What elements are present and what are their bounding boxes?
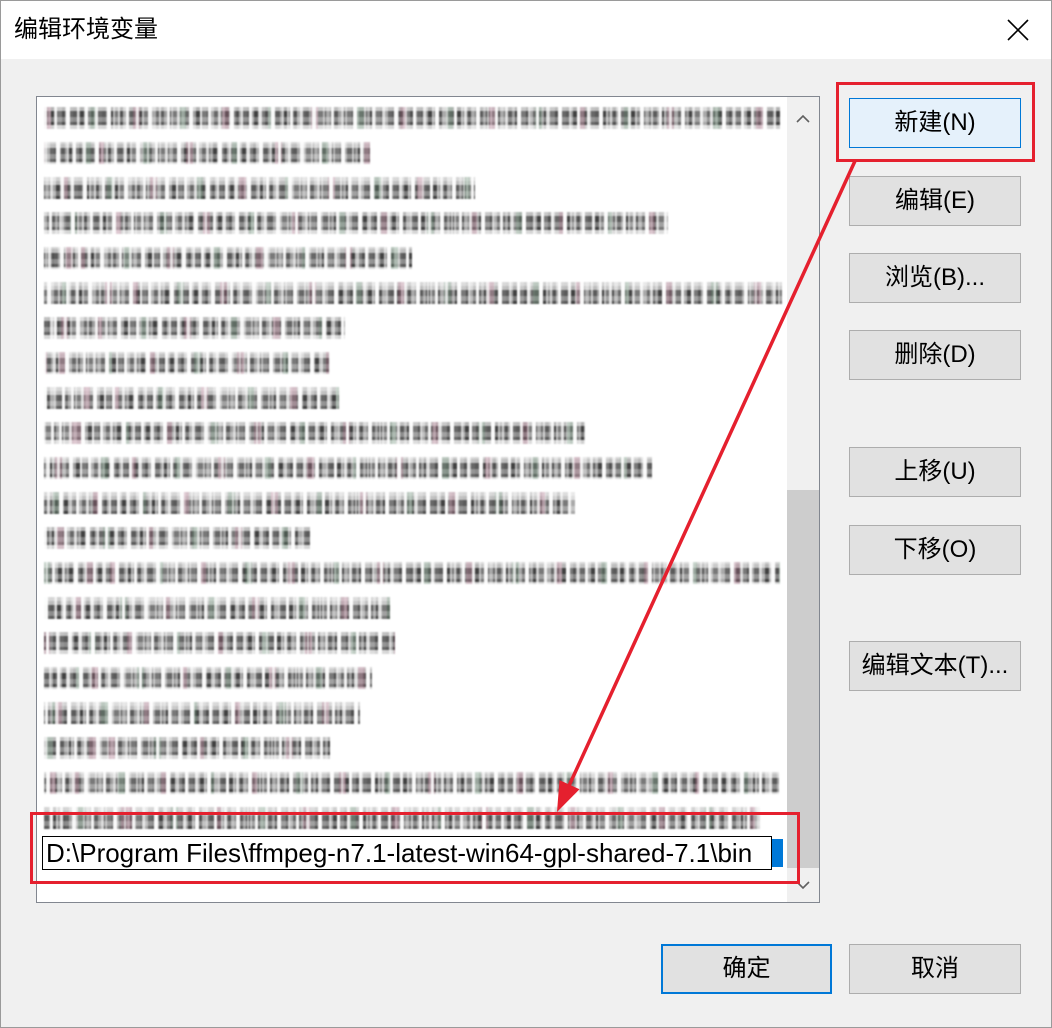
cancel-button[interactable]: 取消 <box>849 944 1021 994</box>
scroll-up-button[interactable] <box>787 97 819 139</box>
close-icon <box>1007 18 1029 41</box>
obscured-text <box>44 562 780 584</box>
list-item[interactable] <box>37 695 787 730</box>
list-item[interactable] <box>37 345 787 380</box>
obscured-text <box>44 632 395 654</box>
obscured-text <box>44 247 412 269</box>
scrollbar-thumb[interactable] <box>787 490 819 868</box>
path-edit-input[interactable] <box>42 836 772 870</box>
list-item[interactable] <box>37 520 787 555</box>
edit-button[interactable]: 编辑(E) <box>849 176 1021 226</box>
new-button[interactable]: 新建(N) <box>849 98 1021 148</box>
delete-button[interactable]: 删除(D) <box>849 330 1021 380</box>
edit-environment-variable-dialog: 编辑环境变量 D:\Program Files\ffmpeg-n7.1-late… <box>0 0 1052 1028</box>
window-title: 编辑环境变量 <box>14 16 158 43</box>
scroll-down-button[interactable] <box>787 868 819 902</box>
obscured-text <box>44 317 345 339</box>
list-item[interactable] <box>37 625 787 660</box>
obscured-text <box>44 457 652 479</box>
list-item[interactable] <box>37 310 787 345</box>
move-down-button[interactable]: 下移(O) <box>849 525 1021 575</box>
obscured-text <box>44 702 360 724</box>
obscured-text <box>44 807 760 829</box>
obscured-text <box>44 282 782 304</box>
obscured-text <box>44 597 390 619</box>
chevron-down-icon-stroke <box>796 880 810 889</box>
list-item[interactable] <box>37 380 787 415</box>
list-item[interactable] <box>37 415 787 450</box>
obscured-text <box>44 492 575 514</box>
list-item[interactable] <box>37 205 787 240</box>
obscured-text <box>44 422 585 444</box>
vertical-scrollbar[interactable] <box>787 97 819 902</box>
list-item[interactable] <box>37 100 787 135</box>
chevron-up-icon <box>796 114 810 123</box>
obscured-text <box>44 772 779 794</box>
list-item[interactable] <box>37 660 787 695</box>
list-item[interactable] <box>37 555 787 590</box>
list-item[interactable] <box>37 765 787 800</box>
chevron-down-icon <box>796 880 810 889</box>
obscured-text <box>44 387 340 409</box>
selection-highlight <box>772 839 783 867</box>
title-bar: 编辑环境变量 <box>0 0 1052 59</box>
list-rows <box>37 100 787 900</box>
obscured-text <box>44 737 330 759</box>
move-up-button[interactable]: 上移(U) <box>849 447 1021 497</box>
close-button[interactable] <box>984 0 1052 59</box>
chevron-up-icon-stroke <box>796 114 810 123</box>
list-item[interactable] <box>37 730 787 765</box>
browse-button[interactable]: 浏览(B)... <box>849 253 1021 303</box>
list-item-editing[interactable] <box>37 835 787 870</box>
list-item[interactable] <box>37 590 787 625</box>
list-item[interactable] <box>37 170 787 205</box>
list-item[interactable] <box>37 240 787 275</box>
obscured-text <box>44 212 668 234</box>
ok-button[interactable]: 确定 <box>661 944 832 994</box>
list-item[interactable] <box>37 485 787 520</box>
path-entries-list[interactable] <box>36 96 820 903</box>
obscured-text <box>44 667 372 689</box>
list-item[interactable] <box>37 275 787 310</box>
obscured-text <box>44 142 370 164</box>
list-item[interactable] <box>37 450 787 485</box>
obscured-text <box>44 177 475 199</box>
edit-text-button[interactable]: 编辑文本(T)... <box>849 641 1021 691</box>
list-item[interactable] <box>37 800 787 835</box>
obscured-text <box>44 527 310 549</box>
obscured-text <box>44 352 330 374</box>
obscured-text <box>44 107 780 129</box>
list-item[interactable] <box>37 135 787 170</box>
